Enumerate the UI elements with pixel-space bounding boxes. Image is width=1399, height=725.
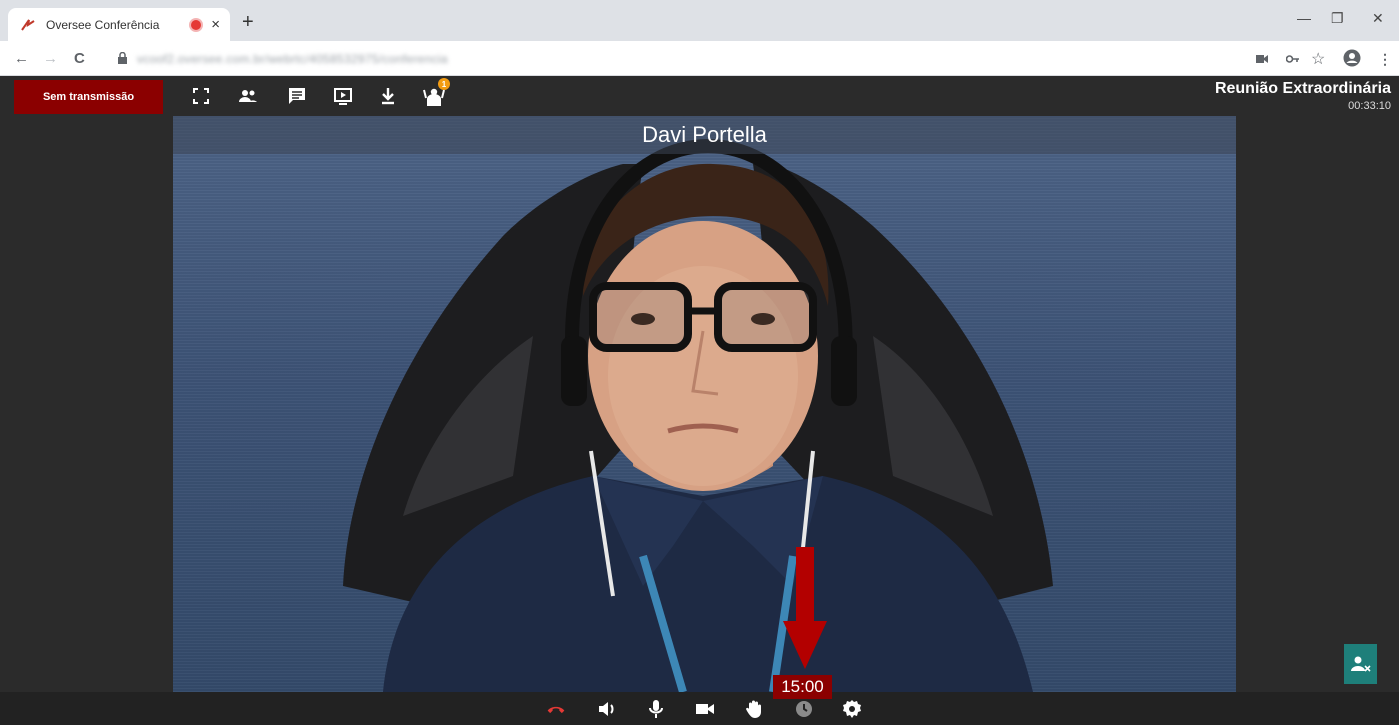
url-field[interactable]: vcoof2.oversee.com.br/webrtc/4058532975/… [137,52,448,66]
browser-address-bar: ← → C vcoof2.oversee.com.br/webrtc/40585… [0,41,1399,76]
clock-icon[interactable] [794,699,814,719]
oversee-logo-icon [21,18,35,31]
top-toolbar: Sem transmissão 1 Reunião Extraordinária… [0,76,1399,116]
browser-tab-bar: Oversee Conferência × + — ❐ ✕ [0,0,1399,41]
raised-hands-badge: 1 [438,78,450,90]
conference-app: Sem transmissão 1 Reunião Extraordinária… [0,76,1399,725]
recording-indicator-icon [191,19,202,30]
window-minimize-button[interactable]: — [1297,10,1311,26]
key-icon[interactable] [1286,54,1300,64]
share-screen-icon[interactable] [333,86,353,106]
forward-button[interactable]: → [43,50,58,67]
tab-close-button[interactable]: × [211,17,220,32]
reload-button[interactable]: C [74,50,85,67]
window-restore-button[interactable]: ❐ [1331,10,1344,27]
meeting-elapsed-time: 00:33:10 [1348,100,1391,112]
new-tab-button[interactable]: + [242,12,254,32]
participant-name: Davi Portella [642,122,767,147]
video-stage: Davi Portella [8,116,1393,692]
remove-user-icon [1350,656,1371,672]
browser-tab[interactable]: Oversee Conferência × [8,8,230,41]
settings-icon[interactable] [842,699,862,719]
remove-user-button[interactable] [1344,644,1377,684]
participant-video: Davi Portella [173,116,1236,692]
back-button[interactable]: ← [14,50,29,67]
tab-title: Oversee Conferência [46,17,160,32]
browser-menu-button[interactable]: ⋮ [1378,51,1392,68]
speaker-icon[interactable] [597,699,617,719]
profile-icon[interactable] [1343,49,1361,67]
bookmark-star-icon[interactable]: ☆ [1311,49,1325,69]
fullscreen-icon[interactable] [191,86,211,106]
camera-icon[interactable] [695,699,715,719]
participant-video-frame [343,138,1053,692]
camera-in-use-icon[interactable] [1256,54,1268,64]
meeting-title: Reunião Extraordinária [1214,80,1391,97]
window-close-button[interactable]: ✕ [1372,10,1384,27]
bottom-controls [0,692,1399,725]
red-arrow-annotation [783,547,827,669]
speaking-timer: 15:00 [773,675,832,699]
lock-icon [118,52,127,64]
participants-icon[interactable] [238,86,258,106]
microphone-icon[interactable] [646,699,666,719]
hangup-icon[interactable] [546,699,566,719]
hand-icon[interactable] [744,699,764,719]
chat-icon[interactable] [287,86,307,106]
broadcast-status-button[interactable]: Sem transmissão [14,80,163,114]
download-icon[interactable] [378,86,398,106]
